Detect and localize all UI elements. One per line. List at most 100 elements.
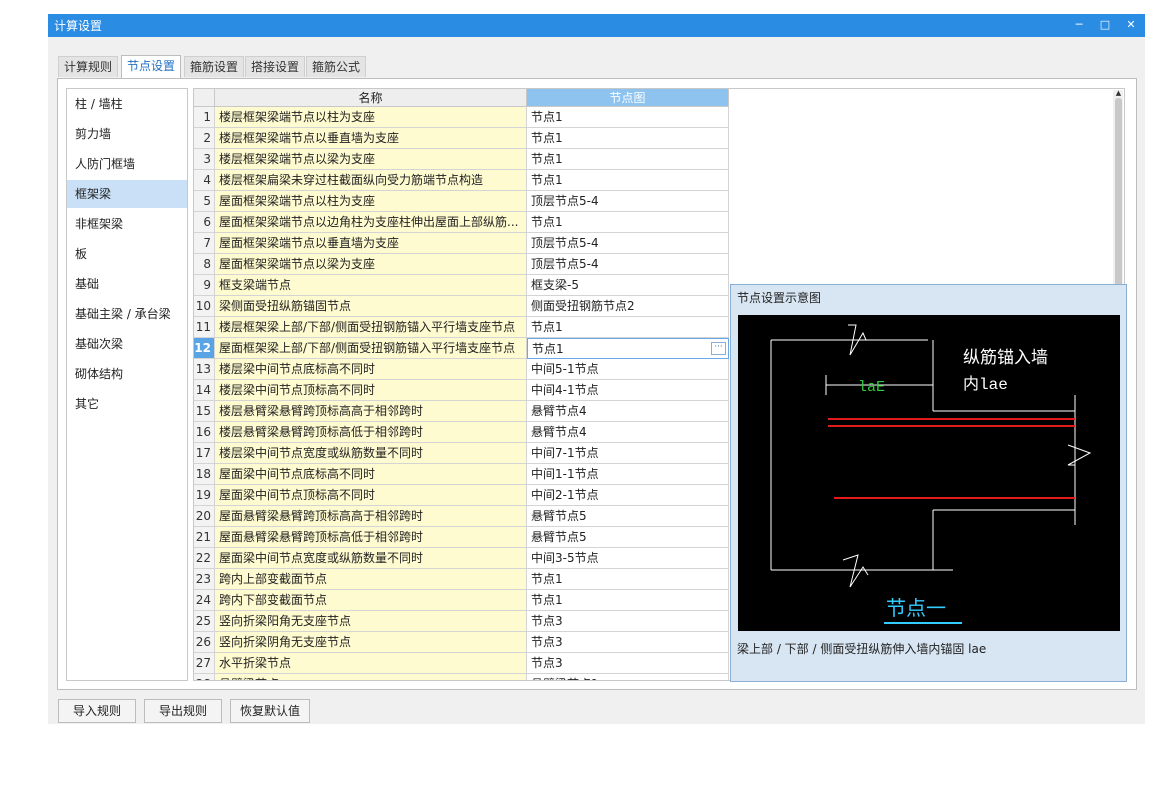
- node-cell[interactable]: 悬臂梁节点1: [527, 674, 729, 680]
- sidebar-item-4[interactable]: 框架梁: [67, 180, 187, 208]
- table-row[interactable]: 27 水平折梁节点 节点3: [194, 653, 729, 674]
- table-row[interactable]: 5 屋面框架梁端节点以柱为支座 顶层节点5-4: [194, 191, 729, 212]
- node-cell[interactable]: 中间4-1节点: [527, 380, 729, 401]
- table-row[interactable]: 20 屋面悬臂梁悬臂跨顶标高高于相邻跨时 悬臂节点5: [194, 506, 729, 527]
- sidebar-item-8[interactable]: 基础主梁 / 承台梁: [67, 300, 187, 328]
- node-cell[interactable]: 中间2-1节点: [527, 485, 729, 506]
- row-number: 5: [194, 191, 215, 212]
- table-row[interactable]: 14 楼层梁中间节点顶标高不同时 中间4-1节点: [194, 380, 729, 401]
- tab-4[interactable]: 搭接设置: [245, 56, 306, 77]
- node-cell[interactable]: 悬臂节点5: [527, 527, 729, 548]
- restore-defaults-button[interactable]: 恢复默认值: [230, 699, 310, 723]
- node-cell[interactable]: 悬臂节点4: [527, 401, 729, 422]
- node-cell[interactable]: 节点1: [527, 170, 729, 191]
- table-row[interactable]: 3 楼层框架梁端节点以梁为支座 节点1: [194, 149, 729, 170]
- table-row[interactable]: 6 屋面框架梁端节点以边角柱为支座柱伸出屋面上部纵筋... 节点1: [194, 212, 729, 233]
- node-cell-text: 节点1: [531, 152, 563, 166]
- row-number-text: 1: [203, 110, 211, 124]
- table-row[interactable]: 10 梁侧面受扭纵筋锚固节点 侧面受扭钢筋节点2: [194, 296, 729, 317]
- sidebar-item-5[interactable]: 非框架梁: [67, 210, 187, 238]
- node-cell[interactable]: 顶层节点5-4: [527, 254, 729, 275]
- table-row[interactable]: 15 楼层悬臂梁悬臂跨顶标高高于相邻跨时 悬臂节点4: [194, 401, 729, 422]
- node-cell[interactable]: 悬臂节点4: [527, 422, 729, 443]
- header-node-diagram[interactable]: 节点图: [527, 89, 729, 107]
- table-row[interactable]: 17 楼层梁中间节点宽度或纵筋数量不同时 中间7-1节点: [194, 443, 729, 464]
- tab-3[interactable]: 箍筋设置: [184, 56, 245, 77]
- row-number-text: 19: [195, 488, 211, 502]
- sidebar-item-6[interactable]: 板: [67, 240, 187, 268]
- name-cell: 屋面梁中间节点底标高不同时: [215, 464, 527, 485]
- name-cell-text: 悬臂梁节点: [219, 677, 279, 680]
- header-name[interactable]: 名称: [215, 89, 527, 107]
- table-row[interactable]: 18 屋面梁中间节点底标高不同时 中间1-1节点: [194, 464, 729, 485]
- table-row[interactable]: 26 竖向折梁阴角无支座节点 节点3: [194, 632, 729, 653]
- table-row[interactable]: 19 屋面梁中间节点顶标高不同时 中间2-1节点: [194, 485, 729, 506]
- row-number: 1: [194, 107, 215, 128]
- sidebar-item-3[interactable]: 人防门框墙: [67, 150, 187, 178]
- ellipsis-icon[interactable]: ···: [711, 342, 726, 355]
- node-cell[interactable]: 节点3: [527, 632, 729, 653]
- name-cell: 屋面梁中间节点宽度或纵筋数量不同时: [215, 548, 527, 569]
- tab-2[interactable]: 节点设置: [121, 55, 182, 78]
- node-cell[interactable]: 节点1: [527, 149, 729, 170]
- table-row[interactable]: 4 楼层框架扁梁未穿过柱截面纵向受力筋端节点构造 节点1: [194, 170, 729, 191]
- table-row[interactable]: 24 跨内下部变截面节点 节点1: [194, 590, 729, 611]
- scroll-up-icon[interactable]: ▲: [1114, 89, 1123, 97]
- node-cell[interactable]: 节点1: [527, 569, 729, 590]
- node-cell[interactable]: 顶层节点5-4: [527, 233, 729, 254]
- node-cell[interactable]: 节点1 ···: [527, 338, 729, 359]
- node-cell[interactable]: 节点1: [527, 590, 729, 611]
- table-row[interactable]: 12 屋面框架梁上部/下部/侧面受扭钢筋锚入平行墙支座节点 节点1 ···: [194, 338, 729, 359]
- node-cell[interactable]: 节点1: [527, 128, 729, 149]
- sidebar-item-9[interactable]: 基础次梁: [67, 330, 187, 358]
- table-row[interactable]: 13 楼层梁中间节点底标高不同时 中间5-1节点: [194, 359, 729, 380]
- node-cell[interactable]: 顶层节点5-4: [527, 191, 729, 212]
- maximize-icon[interactable]: □: [1096, 16, 1114, 34]
- table-row[interactable]: 9 框支梁端节点 框支梁-5: [194, 275, 729, 296]
- node-cell[interactable]: 框支梁-5: [527, 275, 729, 296]
- name-cell: 屋面框架梁上部/下部/侧面受扭钢筋锚入平行墙支座节点: [215, 338, 527, 359]
- table-row[interactable]: 7 屋面框架梁端节点以垂直墙为支座 顶层节点5-4: [194, 233, 729, 254]
- node-cell[interactable]: 中间7-1节点: [527, 443, 729, 464]
- row-number-text: 14: [195, 383, 211, 397]
- node-cell[interactable]: 中间3-5节点: [527, 548, 729, 569]
- table-row[interactable]: 1 楼层框架梁端节点以柱为支座 节点1: [194, 107, 729, 128]
- sidebar-item-10[interactable]: 砌体结构: [67, 360, 187, 388]
- node-cell[interactable]: 中间5-1节点: [527, 359, 729, 380]
- table-row[interactable]: 23 跨内上部变截面节点 节点1: [194, 569, 729, 590]
- node-cell[interactable]: 悬臂节点5: [527, 506, 729, 527]
- sidebar-item-1[interactable]: 柱 / 墙柱: [67, 90, 187, 118]
- table-row[interactable]: 28 悬臂梁节点 悬臂梁节点1: [194, 674, 729, 680]
- export-rules-button[interactable]: 导出规则: [144, 699, 222, 723]
- node-cell[interactable]: 侧面受扭钢筋节点2: [527, 296, 729, 317]
- sidebar-item-11[interactable]: 其它: [67, 390, 187, 418]
- sidebar-item-2[interactable]: 剪力墙: [67, 120, 187, 148]
- node-cell[interactable]: 节点3: [527, 653, 729, 674]
- table-row[interactable]: 25 竖向折梁阳角无支座节点 节点3: [194, 611, 729, 632]
- table-row[interactable]: 21 屋面悬臂梁悬臂跨顶标高低于相邻跨时 悬臂节点5: [194, 527, 729, 548]
- node-cell[interactable]: 节点1: [527, 212, 729, 233]
- title-bar[interactable]: 计算设置 ─ □ ✕: [48, 14, 1145, 37]
- node-cell[interactable]: 节点1: [527, 317, 729, 338]
- table-row[interactable]: 2 楼层框架梁端节点以垂直墙为支座 节点1: [194, 128, 729, 149]
- table-row[interactable]: 22 屋面梁中间节点宽度或纵筋数量不同时 中间3-5节点: [194, 548, 729, 569]
- table-row[interactable]: 8 屋面框架梁端节点以梁为支座 顶层节点5-4: [194, 254, 729, 275]
- row-number: 24: [194, 590, 215, 611]
- scrollbar-thumb[interactable]: [1115, 98, 1122, 298]
- row-number-text: 18: [195, 467, 211, 481]
- node-cell-text: 中间7-1节点: [531, 446, 599, 460]
- minimize-icon[interactable]: ─: [1070, 16, 1088, 34]
- tab-5[interactable]: 箍筋公式: [306, 56, 367, 77]
- close-icon[interactable]: ✕: [1122, 16, 1140, 34]
- sidebar-item-7[interactable]: 基础: [67, 270, 187, 298]
- node-cell[interactable]: 节点3: [527, 611, 729, 632]
- row-number: 18: [194, 464, 215, 485]
- node-cell-text: 悬臂节点5: [531, 509, 587, 523]
- table-row[interactable]: 11 楼层框架梁上部/下部/侧面受扭钢筋锚入平行墙支座节点 节点1: [194, 317, 729, 338]
- import-rules-button[interactable]: 导入规则: [58, 699, 136, 723]
- node-cell[interactable]: 节点1: [527, 107, 729, 128]
- row-number-text: 8: [203, 257, 211, 271]
- node-cell[interactable]: 中间1-1节点: [527, 464, 729, 485]
- tab-1[interactable]: 计算规则: [58, 56, 119, 77]
- table-row[interactable]: 16 楼层悬臂梁悬臂跨顶标高低于相邻跨时 悬臂节点4: [194, 422, 729, 443]
